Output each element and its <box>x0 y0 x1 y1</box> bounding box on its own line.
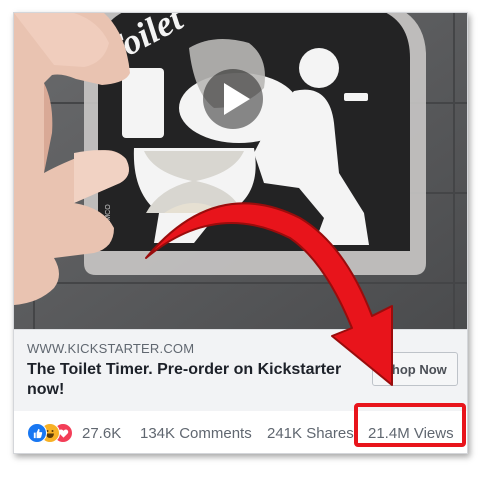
shares-count[interactable]: 241K Shares <box>267 425 354 442</box>
video-post-card: Toilet © KATAMCO WWW.KICKSTARTER.COM The… <box>13 12 468 454</box>
engagement-bar: 27.6K 134K Comments 241K Shares 21.4M Vi… <box>14 411 467 453</box>
reactions-summary[interactable] <box>27 423 79 443</box>
shop-now-button[interactable]: Shop Now <box>372 352 458 386</box>
link-preview[interactable]: WWW.KICKSTARTER.COM The Toilet Timer. Pr… <box>14 329 467 412</box>
like-icon <box>27 423 47 443</box>
video-thumbnail[interactable]: Toilet © KATAMCO <box>14 13 467 329</box>
play-button[interactable] <box>203 69 263 129</box>
link-headline[interactable]: The Toilet Timer. Pre-order on Kickstart… <box>27 360 357 400</box>
comments-count[interactable]: 134K Comments <box>140 425 252 442</box>
reaction-count[interactable]: 27.6K <box>82 425 121 442</box>
views-count: 21.4M Views <box>368 425 454 442</box>
toilet-timer-image: Toilet © KATAMCO <box>14 13 467 329</box>
link-domain: WWW.KICKSTARTER.COM <box>27 341 195 356</box>
